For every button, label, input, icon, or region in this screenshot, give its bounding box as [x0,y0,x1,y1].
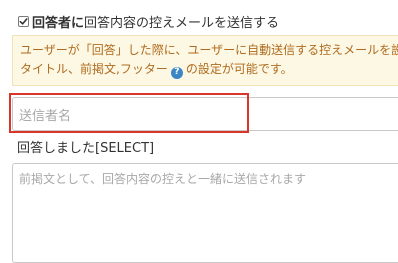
highlight-frame [9,93,249,133]
notice-line-2: タイトル、前掲文,フッター? の設定が可能です。 [20,60,398,79]
checkbox-label-bold: 回答者に [32,15,85,31]
email-subject-value[interactable]: 回答しました[SELECT] [17,137,154,156]
send-reply-email-checkbox-row[interactable]: 回答者に 回答内容の控えメールを送信する [18,12,280,31]
checkmark-icon [19,17,28,25]
help-icon[interactable]: ? [170,66,183,79]
send-reply-email-checkbox[interactable] [18,15,29,27]
preface-textarea[interactable]: 前掲文として、回答内容の控えと一緒に送信されます [12,163,398,263]
notice-line-1: ユーザーが「回答」した際に、ユーザーに自動送信する控えメールを設 [20,43,398,57]
reply-email-notice: ユーザーが「回答」した際に、ユーザーに自動送信する控えメールを設 タイトル、前掲… [12,35,398,86]
checkbox-label: 回答内容の控えメールを送信する [84,15,280,31]
notice-line-2-suffix: の設定が可能です。 [185,62,293,76]
notice-line-2-text: タイトル、前掲文,フッター [20,62,168,76]
